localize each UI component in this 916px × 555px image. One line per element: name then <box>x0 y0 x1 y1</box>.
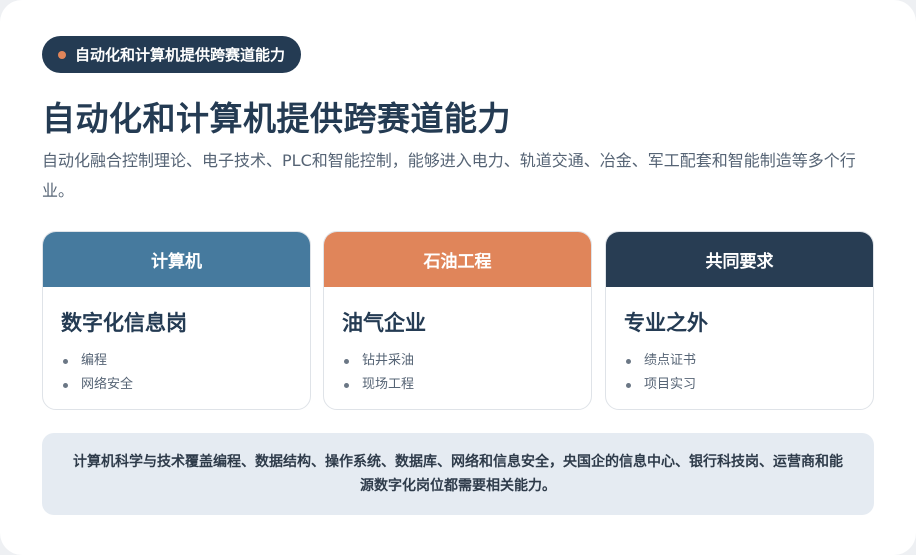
column-list: 编程 网络安全 <box>61 349 292 397</box>
page-description: 自动化融合控制理论、电子技术、PLC和智能控制，能够进入电力、轨道交通、冶金、军… <box>42 151 856 200</box>
column-list: 钻井采油 现场工程 <box>342 349 573 397</box>
list-item: 钻井采油 <box>342 349 573 373</box>
list-item: 项目实习 <box>624 373 855 397</box>
column-card-computer: 计算机 数字化信息岗 编程 网络安全 <box>42 231 311 410</box>
column-header: 共同要求 <box>606 232 873 287</box>
column-list: 绩点证书 项目实习 <box>624 349 855 397</box>
column-card-common: 共同要求 专业之外 绩点证书 项目实习 <box>605 231 874 410</box>
list-item: 绩点证书 <box>624 349 855 373</box>
bullet-icon <box>626 382 631 388</box>
bullet-icon <box>344 358 349 364</box>
bullet-icon <box>344 382 349 388</box>
bullet-icon <box>63 358 68 364</box>
summary-text: 计算机科学与技术覆盖编程、数据结构、操作系统、数据库、网络和信息安全，央国企的信… <box>73 454 843 494</box>
column-title: 数字化信息岗 <box>61 311 187 335</box>
bullet-icon <box>63 382 68 388</box>
page-title: 自动化和计算机提供跨赛道能力 <box>42 99 511 138</box>
column-title: 专业之外 <box>624 311 708 335</box>
column-header: 计算机 <box>43 232 310 287</box>
column-card-petroleum: 石油工程 油气企业 钻井采油 现场工程 <box>323 231 592 410</box>
content-card: 自动化和计算机提供跨赛道能力 自动化和计算机提供跨赛道能力 自动化融合控制理论、… <box>0 0 916 555</box>
topic-badge: 自动化和计算机提供跨赛道能力 <box>42 36 302 73</box>
summary-note: 计算机科学与技术覆盖编程、数据结构、操作系统、数据库、网络和信息安全，央国企的信… <box>42 433 874 515</box>
badge-dot-icon <box>58 50 66 59</box>
list-item: 编程 <box>61 349 292 373</box>
bullet-icon <box>626 358 631 364</box>
column-header: 石油工程 <box>324 232 591 287</box>
list-item: 现场工程 <box>342 373 573 397</box>
badge-label: 自动化和计算机提供跨赛道能力 <box>75 46 286 64</box>
column-title: 油气企业 <box>342 311 426 335</box>
list-item: 网络安全 <box>61 373 292 397</box>
